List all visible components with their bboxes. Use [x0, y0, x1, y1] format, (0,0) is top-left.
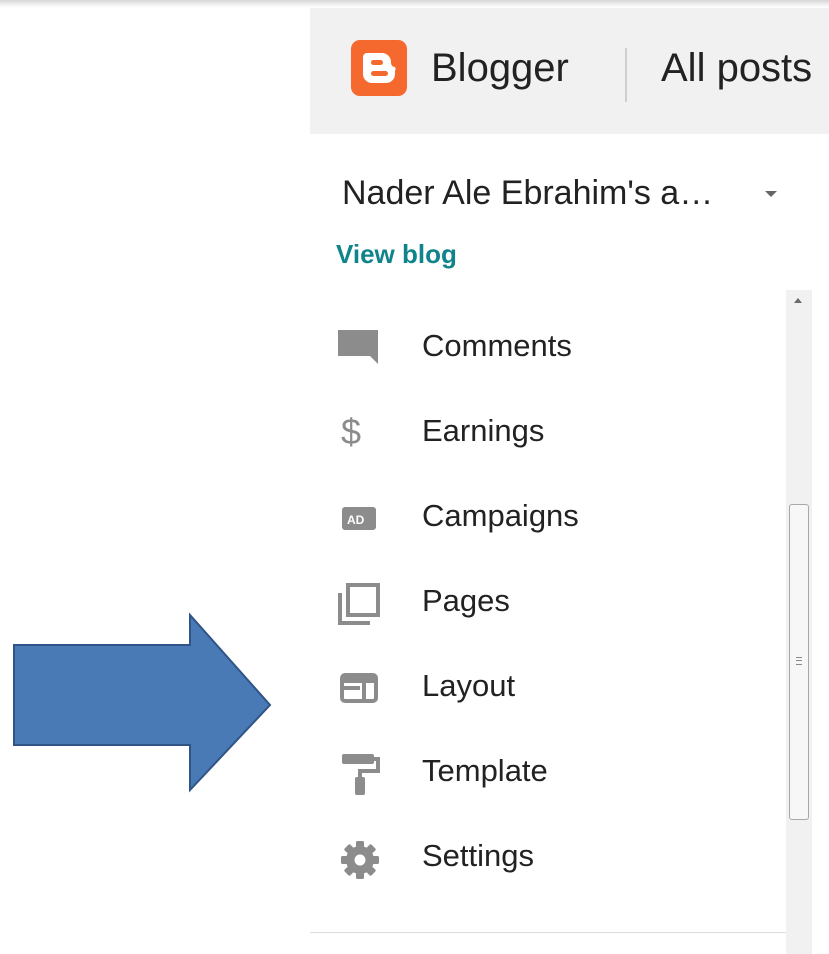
blog-selector-label: Nader Ale Ebrahim's a…	[342, 174, 714, 212]
sidebar-item-layout[interactable]: Layout	[330, 654, 785, 718]
sidebar-item-label: Template	[422, 753, 548, 788]
window-top-edge	[0, 0, 829, 8]
blog-selector-dropdown[interactable]: Nader Ale Ebrahim's a…	[342, 170, 792, 216]
sidebar-item-label: Pages	[422, 583, 510, 618]
sidebar-item-label: Campaigns	[422, 498, 579, 533]
sidebar-item-label: Comments	[422, 328, 572, 363]
sidebar-item-template[interactable]: Template	[330, 739, 785, 803]
scrollbar-thumb[interactable]	[789, 504, 809, 820]
sidebar-item-label: Earnings	[422, 413, 545, 448]
pages-icon	[334, 581, 384, 625]
annotation-arrow-icon	[13, 612, 272, 793]
blogger-logo-icon[interactable]	[351, 40, 407, 96]
sidebar-item-settings[interactable]: Settings	[330, 824, 785, 888]
sidebar-item-label: Settings	[422, 838, 535, 873]
sidebar-item-earnings[interactable]: $ Earnings	[330, 399, 785, 463]
layout-icon	[334, 666, 384, 706]
comment-icon	[334, 326, 384, 366]
header-divider	[625, 48, 627, 102]
brand-name[interactable]: Blogger	[431, 44, 569, 92]
sidebar-item-comments[interactable]: Comments	[330, 314, 785, 378]
sidebar-item-campaigns[interactable]: AD Campaigns	[330, 484, 785, 548]
sidebar-item-label: Layout	[422, 668, 516, 703]
paint-roller-icon	[334, 751, 384, 795]
dropdown-caret-icon	[765, 191, 777, 197]
scroll-up-arrow-icon[interactable]	[794, 298, 802, 303]
sidebar-bottom-divider	[310, 932, 786, 933]
sidebar-item-pages[interactable]: Pages	[330, 569, 785, 633]
view-blog-link[interactable]: View blog	[336, 236, 457, 272]
page-title: All posts	[661, 46, 813, 90]
svg-text:$: $	[341, 411, 361, 451]
dollar-icon: $	[334, 411, 384, 451]
svg-text:AD: AD	[347, 513, 365, 527]
sidebar-scrollbar[interactable]	[786, 290, 812, 954]
scrollbar-grip-icon	[796, 657, 802, 665]
ad-icon: AD	[334, 496, 384, 536]
gear-icon	[334, 836, 384, 879]
app-header: Blogger All posts	[310, 8, 829, 134]
